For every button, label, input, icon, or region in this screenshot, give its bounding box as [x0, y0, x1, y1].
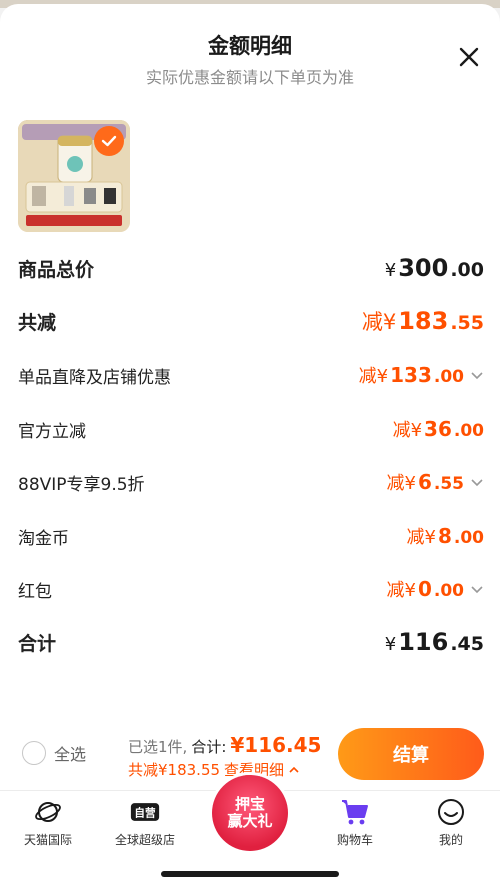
row-label: 88VIP专享9.5折	[18, 474, 145, 495]
smiley-face-icon	[436, 797, 466, 827]
value-int: 133	[390, 363, 432, 387]
row-value: ¥300.00	[385, 254, 484, 282]
tab-label: 全球超级店	[114, 833, 175, 847]
checkout-button[interactable]: 结算	[338, 728, 484, 780]
tab-tmall-global[interactable]: 天猫国际	[3, 797, 93, 848]
total-value: ¥116.45	[230, 733, 322, 757]
product-thumbnail[interactable]	[18, 120, 130, 232]
view-detail-link[interactable]: 共减¥183.55 查看明细	[128, 759, 300, 780]
tab-label: 我的	[438, 833, 463, 847]
value-dec: .00	[433, 581, 464, 601]
value-dec: .55	[450, 312, 484, 334]
value-dec: .00	[450, 259, 484, 281]
value-dec: .00	[453, 528, 484, 548]
planet-icon	[33, 797, 63, 827]
select-all-radio[interactable]	[22, 741, 46, 765]
promo-bet-prize-button[interactable]: 押宝 赢大礼	[212, 775, 288, 851]
selected-check-icon	[94, 126, 124, 156]
row-value: 减¥ 36.00	[393, 416, 484, 442]
select-all-toggle[interactable]: 全选	[22, 741, 86, 765]
shopping-cart-icon	[340, 797, 370, 827]
chevron-down-icon	[471, 586, 483, 594]
row-label: 合计	[18, 632, 57, 655]
row-total-reduce: 共减 减¥ 183.55	[18, 301, 484, 341]
row-goods-total: 商品总价 ¥300.00	[18, 248, 484, 288]
select-all-label: 全选	[54, 745, 87, 764]
total-label: 合计:	[191, 738, 227, 756]
reduce-text: 共减¥183.55	[128, 761, 221, 779]
value-int: 116	[398, 628, 449, 656]
sheet-title: 金额明细	[208, 34, 292, 58]
self-operated-icon-text: 自营	[134, 806, 156, 819]
tab-label: 天猫国际	[23, 833, 72, 847]
selected-summary: 已选1件, 合计: ¥116.45	[128, 733, 321, 757]
chevron-down-icon	[471, 479, 483, 487]
row-value: 减¥ 8.00	[407, 523, 485, 549]
value-int: 183	[398, 307, 449, 335]
row-red-packet[interactable]: 红包 减¥ 0.00	[18, 569, 484, 609]
promo-line2: 赢大礼	[227, 812, 273, 830]
row-value: 减¥ 0.00	[387, 576, 485, 602]
row-label: 单品直降及店铺优惠	[18, 367, 171, 388]
currency-prefix: 减¥	[392, 420, 423, 441]
row-value: ¥116.45	[385, 628, 484, 656]
row-value: 减¥ 6.55	[387, 469, 485, 495]
sheet-subtitle: 实际优惠金额请以下单页为准	[145, 68, 354, 87]
currency-prefix: 减¥	[406, 527, 436, 548]
currency-prefix: 减¥	[361, 310, 397, 334]
value-dec: .55	[433, 474, 464, 494]
currency-prefix: 减¥	[358, 366, 389, 387]
value-int: 8	[437, 524, 452, 548]
tab-label: 购物车	[336, 833, 373, 847]
row-label: 商品总价	[18, 258, 95, 281]
tab-cart[interactable]: 购物车	[310, 797, 400, 848]
row-label: 共减	[18, 311, 57, 334]
row-label: 淘金币	[18, 528, 69, 549]
selected-count: 已选1件,	[128, 738, 188, 756]
value-int: 6	[417, 470, 432, 494]
currency-prefix: 减¥	[386, 473, 416, 494]
currency-prefix: ¥	[384, 634, 397, 655]
row-single-discount[interactable]: 单品直降及店铺优惠 减¥ 133.00	[18, 355, 484, 395]
value-dec: .45	[450, 633, 484, 655]
row-sum: 合计 ¥116.45	[18, 622, 484, 662]
bottom-tab-bar: 天猫国际 自营 全球超级店 押宝 赢大礼 购物车 我的	[0, 775, 500, 889]
self-operated-icon: 自营	[130, 797, 160, 827]
chevron-up-icon	[289, 766, 299, 773]
promo-line1: 押宝	[234, 795, 265, 813]
value-int: 0	[417, 577, 432, 601]
row-value: 减¥ 133.00	[359, 362, 484, 388]
row-value: 减¥ 183.55	[362, 306, 484, 336]
amount-detail-sheet: 金额明细 实际优惠金额请以下单页为准 商品总价 ¥300.00 共减 减¥ 18…	[0, 4, 500, 720]
currency-prefix: ¥	[384, 260, 397, 281]
currency-prefix: 减¥	[386, 580, 416, 601]
row-label: 官方立减	[18, 421, 86, 442]
chevron-down-icon	[471, 372, 483, 380]
value-int: 36	[424, 417, 452, 441]
home-indicator	[161, 871, 339, 877]
close-icon[interactable]	[456, 44, 482, 70]
row-coins: 淘金币 减¥ 8.00	[18, 516, 484, 556]
value-dec: .00	[433, 367, 464, 387]
row-label: 红包	[18, 581, 52, 602]
tab-me[interactable]: 我的	[406, 797, 496, 848]
row-vip[interactable]: 88VIP专享9.5折 减¥ 6.55	[18, 462, 484, 502]
row-official: 官方立减 减¥ 36.00	[18, 409, 484, 449]
tab-global-super-store[interactable]: 自营 全球超级店	[100, 797, 190, 848]
value-int: 300	[398, 254, 449, 282]
value-dec: .00	[453, 421, 484, 441]
